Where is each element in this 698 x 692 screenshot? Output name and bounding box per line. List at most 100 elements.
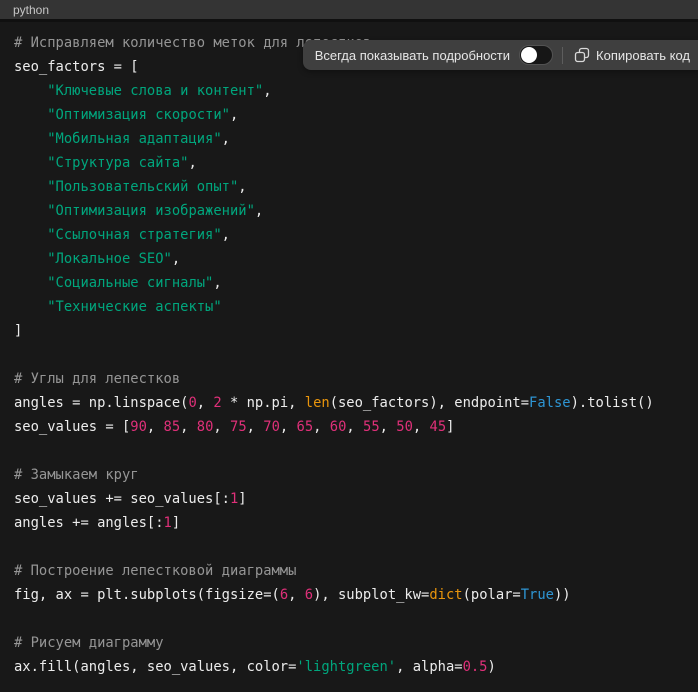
code-line: "Структура сайта",: [14, 151, 684, 175]
code-token: [14, 179, 47, 195]
code-token: seo_values += seo_values[:: [14, 491, 230, 507]
code-token: # Рисуем диаграмму: [14, 635, 164, 651]
code-token: 6: [280, 587, 288, 603]
code-token: 80: [197, 419, 214, 435]
code-token: # Углы для лепестков: [14, 371, 180, 387]
code-token: ,: [413, 419, 430, 435]
code-line: "Социальные сигналы",: [14, 271, 684, 295]
code-token: 45: [430, 419, 447, 435]
code-token: ,: [238, 179, 246, 195]
code-token: 70: [263, 419, 280, 435]
code-token: ,: [380, 419, 397, 435]
code-token: [14, 155, 47, 171]
code-token: len: [305, 395, 330, 411]
code-line: "Локальное SEO",: [14, 247, 684, 271]
copy-icon: [574, 47, 590, 63]
code-token: ,: [230, 107, 238, 123]
code-token: "Оптимизация скорости": [47, 107, 230, 123]
code-token: "Ссылочная стратегия": [47, 227, 221, 243]
code-token: 6: [305, 587, 313, 603]
code-token: 0.5: [463, 659, 488, 675]
code-token: "Ключевые слова и контент": [47, 83, 263, 99]
code-line: angles += angles[:1]: [14, 511, 684, 535]
copy-code-label: Копировать код: [596, 48, 690, 63]
code-line: "Пользовательский опыт",: [14, 175, 684, 199]
code-line: ]: [14, 319, 684, 343]
code-line: "Ссылочная стратегия",: [14, 223, 684, 247]
code-token: dict: [429, 587, 462, 603]
code-token: 50: [396, 419, 413, 435]
code-line: "Оптимизация изображений",: [14, 199, 684, 223]
code-token: 2: [213, 395, 221, 411]
code-line: seo_values = [90, 85, 80, 75, 70, 65, 60…: [14, 415, 684, 439]
code-line: # Замыкаем круг: [14, 463, 684, 487]
code-token: 65: [297, 419, 314, 435]
code-token: False: [529, 395, 571, 411]
code-line: [14, 343, 684, 367]
code-token: "Социальные сигналы": [47, 275, 213, 291]
code-token: ,: [263, 83, 271, 99]
copy-code-button[interactable]: Копировать код: [572, 47, 692, 63]
code-token: "Структура сайта": [47, 155, 188, 171]
code-line: angles = np.linspace(0, 2 * np.pi, len(s…: [14, 391, 684, 415]
code-token: ,: [180, 419, 197, 435]
code-token: ]: [446, 419, 454, 435]
code-token: 0: [188, 395, 196, 411]
code-token: ,: [222, 131, 230, 147]
code-token: "Технические аспекты": [47, 299, 221, 315]
code-token: 55: [363, 419, 380, 435]
code-token: [14, 131, 47, 147]
code-language-label: python: [13, 4, 49, 16]
code-token: True: [521, 587, 554, 603]
code-token: ,: [213, 419, 230, 435]
code-token: 60: [330, 419, 347, 435]
code-token: "Мобильная адаптация": [47, 131, 221, 147]
code-block[interactable]: # Исправляем количество меток для лепест…: [0, 22, 698, 688]
code-line: # Построение лепестковой диаграммы: [14, 559, 684, 583]
code-token: (seo_factors), endpoint=: [330, 395, 529, 411]
code-token: ).tolist(): [571, 395, 654, 411]
code-token: )): [554, 587, 571, 603]
code-line: # Рисуем диаграмму: [14, 631, 684, 655]
code-line: "Ключевые слова и контент",: [14, 79, 684, 103]
code-token: [14, 299, 47, 315]
details-toggle[interactable]: [519, 45, 553, 65]
code-token: * np.pi,: [222, 395, 305, 411]
code-token: ,: [172, 251, 180, 267]
code-line: fig, ax = plt.subplots(figsize=(6, 6), s…: [14, 583, 684, 607]
code-token: seo_values = [: [14, 419, 130, 435]
code-token: ax.fill(angles, seo_values, color=: [14, 659, 296, 675]
code-token: ): [487, 659, 495, 675]
code-line: [14, 439, 684, 463]
code-token: [14, 203, 47, 219]
code-token: ]: [14, 323, 22, 339]
code-token: seo_factors = [: [14, 59, 139, 75]
code-window: python # Исправляем количество меток для…: [0, 0, 698, 692]
code-line: [14, 607, 684, 631]
code-token: ,: [346, 419, 363, 435]
toggle-knob-icon: [521, 47, 537, 63]
code-token: ,: [313, 419, 330, 435]
toolbar-divider: [562, 47, 563, 64]
code-toolbar: Всегда показывать подробности Копировать…: [303, 40, 698, 70]
code-token: angles = np.linspace(: [14, 395, 188, 411]
code-token: "Оптимизация изображений": [47, 203, 255, 219]
code-token: ,: [255, 203, 263, 219]
code-line: ax.fill(angles, seo_values, color='light…: [14, 655, 684, 679]
code-token: ,: [288, 587, 305, 603]
code-line: # Углы для лепестков: [14, 367, 684, 391]
code-token: [14, 227, 47, 243]
code-token: ]: [172, 515, 180, 531]
code-token: fig, ax = plt.subplots(figsize=(: [14, 587, 280, 603]
code-line: [14, 535, 684, 559]
code-header: python: [0, 0, 698, 22]
code-token: ,: [197, 395, 214, 411]
code-token: [14, 107, 47, 123]
code-token: ,: [280, 419, 297, 435]
always-show-details-label: Всегда показывать подробности: [315, 48, 510, 63]
code-token: 85: [164, 419, 181, 435]
code-token: ]: [238, 491, 246, 507]
code-token: ,: [147, 419, 164, 435]
code-token: angles += angles[:: [14, 515, 164, 531]
code-token: ,: [222, 227, 230, 243]
